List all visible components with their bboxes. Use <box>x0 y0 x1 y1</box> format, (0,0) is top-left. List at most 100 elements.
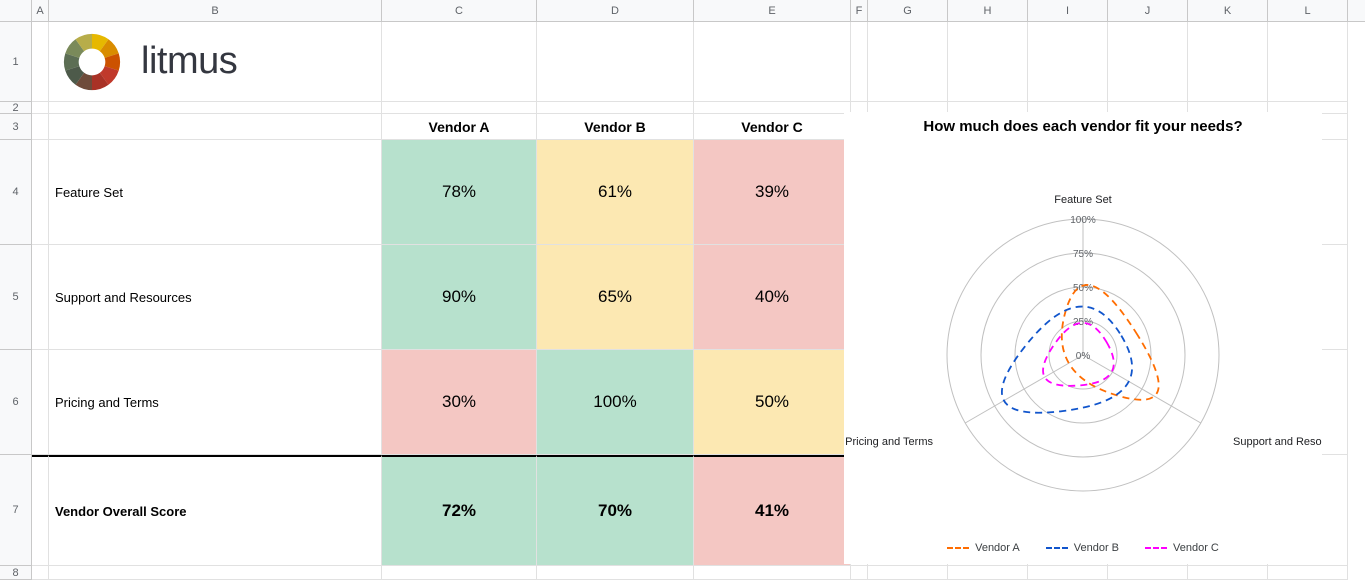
col-header-H[interactable]: H <box>948 0 1028 21</box>
cell-J4[interactable] <box>1108 140 1188 245</box>
cell-L8[interactable] <box>1268 566 1348 580</box>
cell-B4-label[interactable]: Feature Set <box>49 140 382 245</box>
cell-H3[interactable] <box>948 114 1028 140</box>
cell-G8[interactable] <box>868 566 948 580</box>
cell-G7[interactable] <box>868 455 948 566</box>
col-header-F[interactable]: F <box>851 0 868 21</box>
cell-D4[interactable]: 61% <box>537 140 694 245</box>
col-header-A[interactable]: A <box>32 0 49 21</box>
cell-G6[interactable] <box>868 350 948 455</box>
cell-A7[interactable] <box>32 455 49 566</box>
cell-E7[interactable]: 41% <box>694 455 851 566</box>
cell-A6[interactable] <box>32 350 49 455</box>
cell-F4[interactable] <box>851 140 868 245</box>
cell-B5-label[interactable]: Support and Resources <box>49 245 382 350</box>
cell-L1[interactable] <box>1268 22 1348 102</box>
cell-A1[interactable] <box>32 22 49 102</box>
cell-H5[interactable] <box>948 245 1028 350</box>
cell-G4[interactable] <box>868 140 948 245</box>
cell-E6[interactable]: 50% <box>694 350 851 455</box>
cell-E3-header[interactable]: Vendor C <box>694 114 851 140</box>
cell-B6-label[interactable]: Pricing and Terms <box>49 350 382 455</box>
cell-L2[interactable] <box>1268 102 1348 114</box>
cell-J8[interactable] <box>1108 566 1188 580</box>
cell-J6[interactable] <box>1108 350 1188 455</box>
cell-I2[interactable] <box>1028 102 1108 114</box>
cell-J5[interactable] <box>1108 245 1188 350</box>
cell-C1[interactable] <box>382 22 537 102</box>
cell-D6[interactable]: 100% <box>537 350 694 455</box>
cell-D7[interactable]: 70% <box>537 455 694 566</box>
cell-K4[interactable] <box>1188 140 1268 245</box>
row-header-2[interactable]: 2 <box>0 102 32 114</box>
cell-K3[interactable] <box>1188 114 1268 140</box>
cell-B7-label[interactable]: Vendor Overall Score <box>49 455 382 566</box>
cell-L4[interactable] <box>1268 140 1348 245</box>
cell-E5[interactable]: 40% <box>694 245 851 350</box>
cell-C8[interactable] <box>382 566 537 580</box>
cell-J2[interactable] <box>1108 102 1188 114</box>
cell-I8[interactable] <box>1028 566 1108 580</box>
cell-F2[interactable] <box>851 102 868 114</box>
cell-G1[interactable] <box>868 22 948 102</box>
cell-A2[interactable] <box>32 102 49 114</box>
cell-A8[interactable] <box>32 566 49 580</box>
cell-I3[interactable] <box>1028 114 1108 140</box>
cell-L7[interactable] <box>1268 455 1348 566</box>
cell-J1[interactable] <box>1108 22 1188 102</box>
cell-D8[interactable] <box>537 566 694 580</box>
cell-K2[interactable] <box>1188 102 1268 114</box>
row-header-1[interactable]: 1 <box>0 22 32 102</box>
cell-C4[interactable]: 78% <box>382 140 537 245</box>
cell-B2[interactable] <box>49 102 382 114</box>
cell-E1[interactable] <box>694 22 851 102</box>
cell-D2[interactable] <box>537 102 694 114</box>
cell-K6[interactable] <box>1188 350 1268 455</box>
cell-K1[interactable] <box>1188 22 1268 102</box>
row-header-6[interactable]: 6 <box>0 350 32 455</box>
cell-G5[interactable] <box>868 245 948 350</box>
cell-C2[interactable] <box>382 102 537 114</box>
cell-G3[interactable] <box>868 114 948 140</box>
cell-L3[interactable] <box>1268 114 1348 140</box>
cell-F7[interactable] <box>851 455 868 566</box>
cell-K5[interactable] <box>1188 245 1268 350</box>
cell-I7[interactable] <box>1028 455 1108 566</box>
cell-I1[interactable] <box>1028 22 1108 102</box>
col-header-E[interactable]: E <box>694 0 851 21</box>
cell-B1-logo[interactable]: litmus <box>49 22 382 102</box>
cell-L6[interactable] <box>1268 350 1348 455</box>
row-header-3[interactable]: 3 <box>0 114 32 140</box>
select-all-corner[interactable] <box>0 0 32 21</box>
col-header-B[interactable]: B <box>49 0 382 21</box>
row-header-7[interactable]: 7 <box>0 455 32 566</box>
cell-I5[interactable] <box>1028 245 1108 350</box>
cell-F1[interactable] <box>851 22 868 102</box>
cell-J3[interactable] <box>1108 114 1188 140</box>
cell-A3[interactable] <box>32 114 49 140</box>
cell-H1[interactable] <box>948 22 1028 102</box>
cell-D5[interactable]: 65% <box>537 245 694 350</box>
cell-D1[interactable] <box>537 22 694 102</box>
cell-C5[interactable]: 90% <box>382 245 537 350</box>
cell-F8[interactable] <box>851 566 868 580</box>
cell-B3[interactable] <box>49 114 382 140</box>
cell-C3-header[interactable]: Vendor A <box>382 114 537 140</box>
col-header-K[interactable]: K <box>1188 0 1268 21</box>
cell-I4[interactable] <box>1028 140 1108 245</box>
col-header-G[interactable]: G <box>868 0 948 21</box>
cell-E2[interactable] <box>694 102 851 114</box>
cell-A5[interactable] <box>32 245 49 350</box>
cell-F3[interactable] <box>851 114 868 140</box>
col-header-L[interactable]: L <box>1268 0 1348 21</box>
cell-H8[interactable] <box>948 566 1028 580</box>
cell-A4[interactable] <box>32 140 49 245</box>
cell-F6[interactable] <box>851 350 868 455</box>
cell-E4[interactable]: 39% <box>694 140 851 245</box>
col-header-I[interactable]: I <box>1028 0 1108 21</box>
cell-K7[interactable] <box>1188 455 1268 566</box>
row-header-4[interactable]: 4 <box>0 140 32 245</box>
cell-C7[interactable]: 72% <box>382 455 537 566</box>
cell-K8[interactable] <box>1188 566 1268 580</box>
cell-L5[interactable] <box>1268 245 1348 350</box>
